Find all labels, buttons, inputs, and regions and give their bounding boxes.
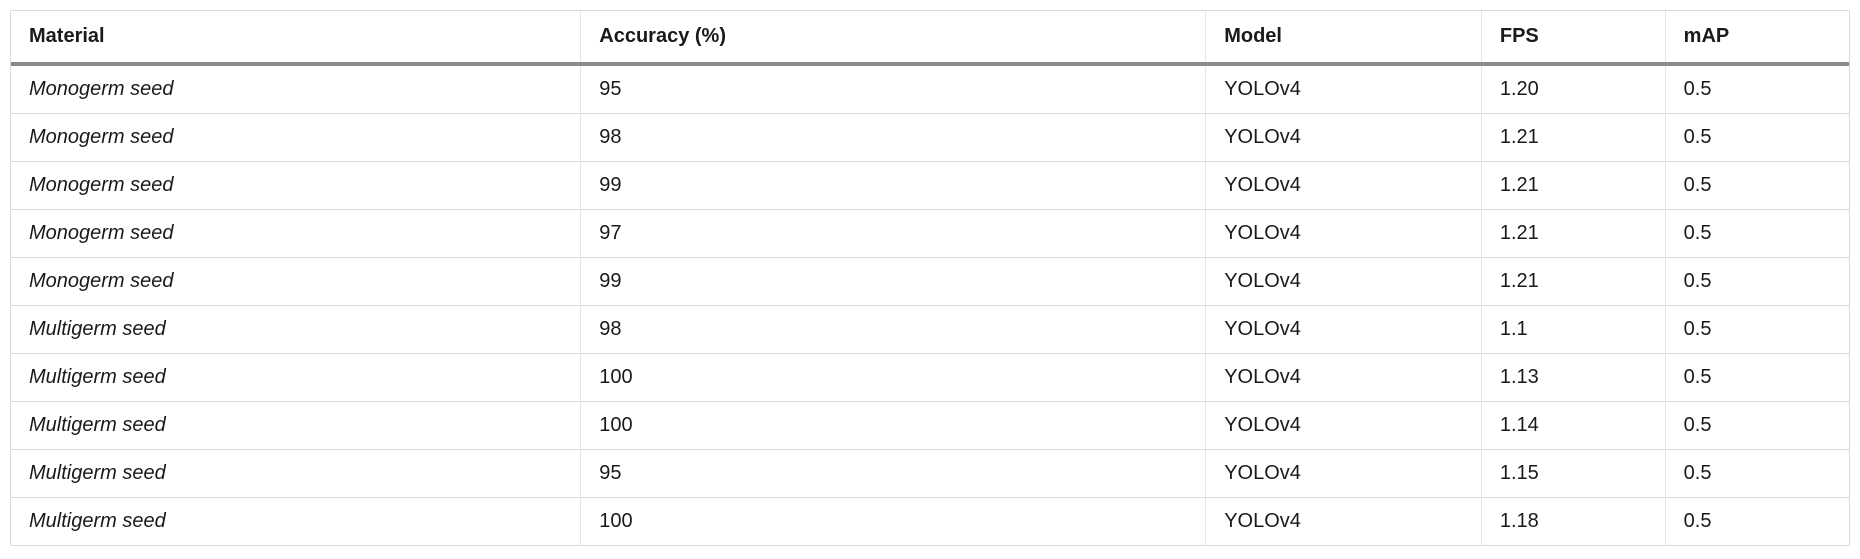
cell-model: YOLOv4 bbox=[1206, 162, 1482, 210]
cell-material: Multigerm seed bbox=[11, 402, 581, 450]
cell-map: 0.5 bbox=[1665, 450, 1849, 498]
cell-material: Multigerm seed bbox=[11, 354, 581, 402]
cell-fps: 1.20 bbox=[1481, 64, 1665, 114]
cell-accuracy: 99 bbox=[581, 162, 1206, 210]
cell-model: YOLOv4 bbox=[1206, 354, 1482, 402]
cell-accuracy: 98 bbox=[581, 114, 1206, 162]
cell-fps: 1.1 bbox=[1481, 306, 1665, 354]
cell-fps: 1.21 bbox=[1481, 114, 1665, 162]
col-header-map: mAP bbox=[1665, 11, 1849, 64]
table-row: Monogerm seed98YOLOv41.210.5 bbox=[11, 114, 1849, 162]
table-row: Monogerm seed99YOLOv41.210.5 bbox=[11, 162, 1849, 210]
cell-map: 0.5 bbox=[1665, 258, 1849, 306]
cell-material: Monogerm seed bbox=[11, 64, 581, 114]
table-row: Monogerm seed99YOLOv41.210.5 bbox=[11, 258, 1849, 306]
cell-material: Multigerm seed bbox=[11, 450, 581, 498]
cell-fps: 1.18 bbox=[1481, 498, 1665, 546]
cell-accuracy: 98 bbox=[581, 306, 1206, 354]
cell-model: YOLOv4 bbox=[1206, 402, 1482, 450]
col-header-material: Material bbox=[11, 11, 581, 64]
cell-map: 0.5 bbox=[1665, 354, 1849, 402]
results-table-container: Material Accuracy (%) Model FPS mAP Mono… bbox=[10, 10, 1850, 546]
cell-model: YOLOv4 bbox=[1206, 498, 1482, 546]
cell-model: YOLOv4 bbox=[1206, 114, 1482, 162]
cell-map: 0.5 bbox=[1665, 162, 1849, 210]
cell-accuracy: 99 bbox=[581, 258, 1206, 306]
cell-map: 0.5 bbox=[1665, 210, 1849, 258]
cell-model: YOLOv4 bbox=[1206, 64, 1482, 114]
cell-material: Monogerm seed bbox=[11, 258, 581, 306]
cell-map: 0.5 bbox=[1665, 64, 1849, 114]
cell-material: Monogerm seed bbox=[11, 210, 581, 258]
table-row: Multigerm seed100YOLOv41.130.5 bbox=[11, 354, 1849, 402]
table-row: Multigerm seed100YOLOv41.140.5 bbox=[11, 402, 1849, 450]
table-row: Multigerm seed95YOLOv41.150.5 bbox=[11, 450, 1849, 498]
table-row: Monogerm seed95YOLOv41.200.5 bbox=[11, 64, 1849, 114]
cell-model: YOLOv4 bbox=[1206, 306, 1482, 354]
table-header-row: Material Accuracy (%) Model FPS mAP bbox=[11, 11, 1849, 64]
table-row: Multigerm seed98YOLOv41.10.5 bbox=[11, 306, 1849, 354]
cell-accuracy: 97 bbox=[581, 210, 1206, 258]
cell-accuracy: 95 bbox=[581, 450, 1206, 498]
cell-fps: 1.21 bbox=[1481, 258, 1665, 306]
cell-model: YOLOv4 bbox=[1206, 450, 1482, 498]
cell-accuracy: 100 bbox=[581, 498, 1206, 546]
cell-accuracy: 100 bbox=[581, 354, 1206, 402]
col-header-fps: FPS bbox=[1481, 11, 1665, 64]
cell-material: Monogerm seed bbox=[11, 114, 581, 162]
table-row: Monogerm seed97YOLOv41.210.5 bbox=[11, 210, 1849, 258]
table-row: Multigerm seed100YOLOv41.180.5 bbox=[11, 498, 1849, 546]
cell-fps: 1.14 bbox=[1481, 402, 1665, 450]
cell-accuracy: 100 bbox=[581, 402, 1206, 450]
col-header-accuracy: Accuracy (%) bbox=[581, 11, 1206, 64]
cell-fps: 1.21 bbox=[1481, 162, 1665, 210]
cell-fps: 1.15 bbox=[1481, 450, 1665, 498]
cell-material: Multigerm seed bbox=[11, 306, 581, 354]
cell-fps: 1.21 bbox=[1481, 210, 1665, 258]
cell-map: 0.5 bbox=[1665, 498, 1849, 546]
cell-material: Monogerm seed bbox=[11, 162, 581, 210]
cell-model: YOLOv4 bbox=[1206, 258, 1482, 306]
cell-map: 0.5 bbox=[1665, 402, 1849, 450]
cell-accuracy: 95 bbox=[581, 64, 1206, 114]
results-table: Material Accuracy (%) Model FPS mAP Mono… bbox=[11, 11, 1849, 545]
cell-map: 0.5 bbox=[1665, 306, 1849, 354]
cell-fps: 1.13 bbox=[1481, 354, 1665, 402]
cell-model: YOLOv4 bbox=[1206, 210, 1482, 258]
cell-material: Multigerm seed bbox=[11, 498, 581, 546]
col-header-model: Model bbox=[1206, 11, 1482, 64]
cell-map: 0.5 bbox=[1665, 114, 1849, 162]
